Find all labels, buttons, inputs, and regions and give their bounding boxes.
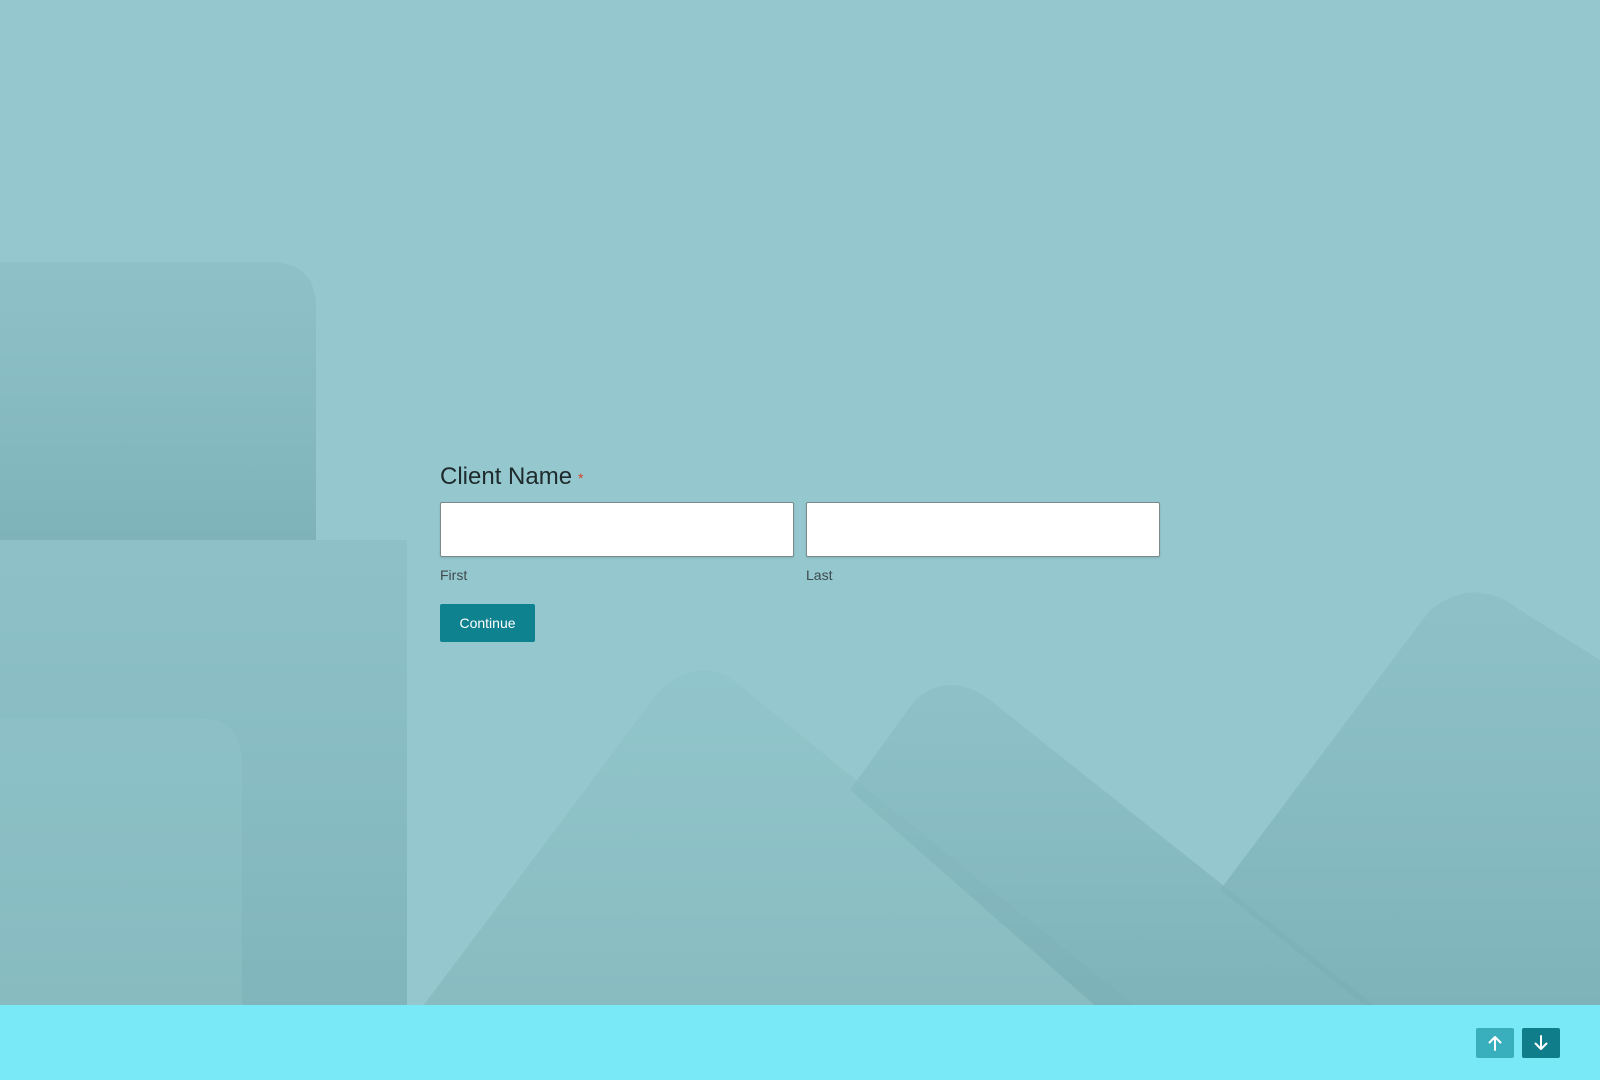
first-name-group: First (440, 502, 794, 584)
last-name-sublabel: Last (806, 567, 833, 583)
arrow-down-icon (1534, 1035, 1548, 1050)
last-name-group: Last (806, 502, 1160, 584)
first-name-sublabel: First (440, 567, 468, 583)
question-title-text: Client Name (440, 463, 573, 490)
next-question-button[interactable] (1522, 1028, 1560, 1058)
question-title: Client Name * (440, 460, 1160, 494)
required-indicator: * (578, 469, 584, 486)
question-card: Client Name * First Last Continue (440, 460, 1160, 642)
last-name-input[interactable] (806, 502, 1160, 557)
footer-bar (0, 1005, 1600, 1080)
first-name-input[interactable] (440, 502, 794, 557)
previous-question-button[interactable] (1476, 1028, 1514, 1058)
continue-button[interactable]: Continue (440, 604, 535, 642)
name-fields-row: First Last (440, 502, 1160, 584)
arrow-up-icon (1488, 1036, 1502, 1051)
